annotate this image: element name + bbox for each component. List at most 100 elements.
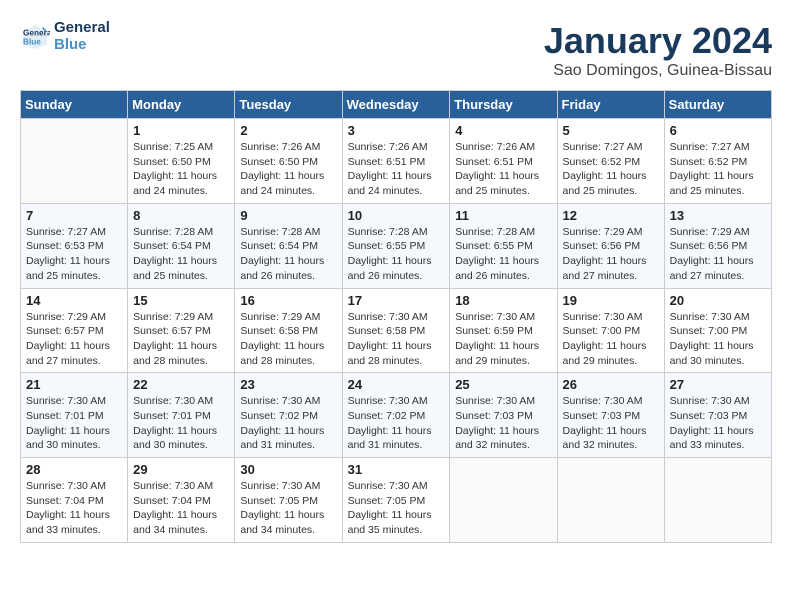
calendar-day-cell: 19Sunrise: 7:30 AMSunset: 7:00 PMDayligh… [557, 288, 664, 373]
day-number: 27 [670, 377, 766, 392]
day-of-week-header: Monday [128, 91, 235, 119]
day-number: 21 [26, 377, 122, 392]
day-number: 28 [26, 462, 122, 477]
day-info: Sunrise: 7:30 AMSunset: 7:03 PMDaylight:… [563, 394, 659, 453]
calendar-day-cell: 13Sunrise: 7:29 AMSunset: 6:56 PMDayligh… [664, 203, 771, 288]
svg-text:General: General [23, 28, 50, 37]
day-info: Sunrise: 7:28 AMSunset: 6:54 PMDaylight:… [133, 225, 229, 284]
calendar-day-cell: 9 Sunrise: 7:28 AMSunset: 6:54 PMDaylight… [235, 203, 342, 288]
calendar-day-cell: 24 Sunrise: 7:30 AMSunset: 7:02 PMDayligh… [342, 373, 450, 458]
day-number: 26 [563, 377, 659, 392]
day-info: Sunrise: 7:30 AMSunset: 7:01 PMDaylight:… [133, 394, 229, 453]
day-info: Sunrise: 7:27 AMSunset: 6:52 PMDaylight:… [670, 140, 766, 199]
logo-icon: General Blue [20, 22, 50, 52]
calendar-day-cell [664, 458, 771, 543]
day-info: Sunrise: 7:30 AMSunset: 7:04 PMDaylight:… [133, 479, 229, 538]
day-of-week-header: Saturday [664, 91, 771, 119]
logo: General Blue General Blue [20, 20, 110, 53]
day-number: 8 [133, 208, 229, 223]
day-number: 17 [348, 293, 445, 308]
day-info: Sunrise: 7:29 AMSunset: 6:56 PMDaylight:… [670, 225, 766, 284]
calendar-day-cell: 6 Sunrise: 7:27 AMSunset: 6:52 PMDaylight… [664, 119, 771, 204]
calendar-week-row: 1Sunrise: 7:25 AMSunset: 6:50 PMDaylight… [21, 119, 772, 204]
day-number: 6 [670, 123, 766, 138]
day-info: Sunrise: 7:30 AMSunset: 7:04 PMDaylight:… [26, 479, 122, 538]
day-number: 23 [240, 377, 336, 392]
calendar-day-cell: 27 Sunrise: 7:30 AMSunset: 7:03 PMDayligh… [664, 373, 771, 458]
day-number: 14 [26, 293, 122, 308]
day-info: Sunrise: 7:30 AMSunset: 7:02 PMDaylight:… [240, 394, 336, 453]
svg-text:Blue: Blue [23, 37, 41, 46]
calendar-day-cell: 29 Sunrise: 7:30 AMSunset: 7:04 PMDayligh… [128, 458, 235, 543]
day-info: Sunrise: 7:30 AMSunset: 7:00 PMDaylight:… [670, 310, 766, 369]
day-info: Sunrise: 7:30 AMSunset: 6:58 PMDaylight:… [348, 310, 445, 369]
day-number: 19 [563, 293, 659, 308]
day-info: Sunrise: 7:30 AMSunset: 7:03 PMDaylight:… [455, 394, 551, 453]
calendar-day-cell: 23 Sunrise: 7:30 AMSunset: 7:02 PMDayligh… [235, 373, 342, 458]
day-of-week-header: Sunday [21, 91, 128, 119]
day-number: 30 [240, 462, 336, 477]
day-info: Sunrise: 7:28 AMSunset: 6:54 PMDaylight:… [240, 225, 336, 284]
calendar-day-cell: 15 Sunrise: 7:29 AMSunset: 6:57 PMDayligh… [128, 288, 235, 373]
calendar-day-cell: 28 Sunrise: 7:30 AMSunset: 7:04 PMDayligh… [21, 458, 128, 543]
calendar-day-cell: 1Sunrise: 7:25 AMSunset: 6:50 PMDaylight… [128, 119, 235, 204]
calendar-day-cell: 4Sunrise: 7:26 AMSunset: 6:51 PMDaylight… [450, 119, 557, 204]
day-info: Sunrise: 7:30 AMSunset: 7:02 PMDaylight:… [348, 394, 445, 453]
day-number: 11 [455, 208, 551, 223]
calendar-day-cell: 16 Sunrise: 7:29 AMSunset: 6:58 PMDayligh… [235, 288, 342, 373]
title-block: January 2024 Sao Domingos, Guinea-Bissau [544, 20, 772, 80]
calendar-week-row: 28 Sunrise: 7:30 AMSunset: 7:04 PMDayligh… [21, 458, 772, 543]
calendar-day-cell: 21Sunrise: 7:30 AMSunset: 7:01 PMDayligh… [21, 373, 128, 458]
calendar-day-cell: 18Sunrise: 7:30 AMSunset: 6:59 PMDayligh… [450, 288, 557, 373]
page-subtitle: Sao Domingos, Guinea-Bissau [544, 62, 772, 80]
day-info: Sunrise: 7:29 AMSunset: 6:57 PMDaylight:… [26, 310, 122, 369]
calendar-week-row: 21 Sunrise: 7:30 AMSunset: 7:01 PMDayligh… [21, 373, 772, 458]
day-number: 31 [348, 462, 445, 477]
day-number: 22 [133, 377, 229, 392]
day-number: 15 [133, 293, 229, 308]
day-of-week-header: Tuesday [235, 91, 342, 119]
day-info: Sunrise: 7:25 AMSunset: 6:50 PMDaylight:… [133, 140, 229, 199]
day-info: Sunrise: 7:26 AMSunset: 6:51 PMDaylight:… [348, 140, 445, 199]
day-number: 29 [133, 462, 229, 477]
calendar-header-row: SundayMondayTuesdayWednesdayThursdayFrid… [21, 91, 772, 119]
calendar-day-cell: 31 Sunrise: 7:30 AMSunset: 7:05 PMDayligh… [342, 458, 450, 543]
day-info: Sunrise: 7:29 AMSunset: 6:58 PMDaylight:… [240, 310, 336, 369]
day-info: Sunrise: 7:30 AMSunset: 7:05 PMDaylight:… [240, 479, 336, 538]
calendar-day-cell: 22 Sunrise: 7:30 AMSunset: 7:01 PMDayligh… [128, 373, 235, 458]
calendar-table: SundayMondayTuesdayWednesdayThursdayFrid… [20, 90, 772, 543]
day-number: 24 [348, 377, 445, 392]
day-info: Sunrise: 7:28 AMSunset: 6:55 PMDaylight:… [348, 225, 445, 284]
calendar-day-cell: 12Sunrise: 7:29 AMSunset: 6:56 PMDayligh… [557, 203, 664, 288]
calendar-day-cell: 5Sunrise: 7:27 AMSunset: 6:52 PMDaylight… [557, 119, 664, 204]
day-number: 25 [455, 377, 551, 392]
calendar-day-cell: 2 Sunrise: 7:26 AMSunset: 6:50 PMDaylight… [235, 119, 342, 204]
calendar-day-cell: 20 Sunrise: 7:30 AMSunset: 7:00 PMDayligh… [664, 288, 771, 373]
day-info: Sunrise: 7:26 AMSunset: 6:50 PMDaylight:… [240, 140, 336, 199]
day-number: 20 [670, 293, 766, 308]
day-of-week-header: Thursday [450, 91, 557, 119]
day-info: Sunrise: 7:30 AMSunset: 7:05 PMDaylight:… [348, 479, 445, 538]
day-info: Sunrise: 7:30 AMSunset: 6:59 PMDaylight:… [455, 310, 551, 369]
calendar-day-cell [21, 119, 128, 204]
page-title: January 2024 [544, 20, 772, 62]
day-info: Sunrise: 7:26 AMSunset: 6:51 PMDaylight:… [455, 140, 551, 199]
day-number: 5 [563, 123, 659, 138]
day-info: Sunrise: 7:30 AMSunset: 7:03 PMDaylight:… [670, 394, 766, 453]
calendar-day-cell: 25 Sunrise: 7:30 AMSunset: 7:03 PMDayligh… [450, 373, 557, 458]
day-number: 16 [240, 293, 336, 308]
calendar-day-cell: 8 Sunrise: 7:28 AMSunset: 6:54 PMDaylight… [128, 203, 235, 288]
calendar-day-cell: 7Sunrise: 7:27 AMSunset: 6:53 PMDaylight… [21, 203, 128, 288]
calendar-day-cell: 11 Sunrise: 7:28 AMSunset: 6:55 PMDayligh… [450, 203, 557, 288]
calendar-day-cell [450, 458, 557, 543]
logo-text-general: General [54, 20, 110, 37]
day-of-week-header: Friday [557, 91, 664, 119]
day-number: 9 [240, 208, 336, 223]
day-info: Sunrise: 7:29 AMSunset: 6:57 PMDaylight:… [133, 310, 229, 369]
calendar-day-cell: 14 Sunrise: 7:29 AMSunset: 6:57 PMDayligh… [21, 288, 128, 373]
calendar-day-cell [557, 458, 664, 543]
calendar-day-cell: 3Sunrise: 7:26 AMSunset: 6:51 PMDaylight… [342, 119, 450, 204]
calendar-week-row: 7Sunrise: 7:27 AMSunset: 6:53 PMDaylight… [21, 203, 772, 288]
day-number: 2 [240, 123, 336, 138]
day-info: Sunrise: 7:28 AMSunset: 6:55 PMDaylight:… [455, 225, 551, 284]
